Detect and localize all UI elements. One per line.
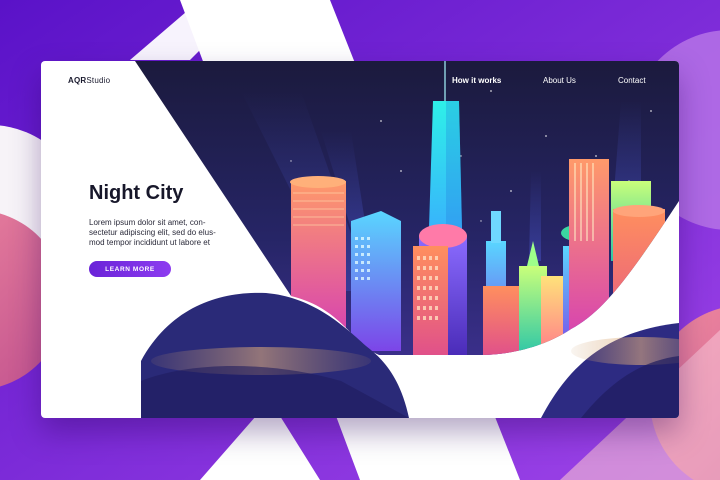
landing-page-card: AQRStudio How it works About Us Contact …: [41, 61, 679, 418]
hero-description: Lorem ipsum dolor sit amet, con- sectetu…: [89, 218, 239, 248]
logo-wordmark-rest: Studio: [86, 76, 111, 85]
brand-logo[interactable]: AQRStudio: [68, 76, 110, 85]
hero-description-line: mod tempor incididunt ut labore et: [89, 238, 210, 247]
hero-description-line: sectetur adipiscing elit, sed do elus-: [89, 228, 216, 237]
learn-more-button[interactable]: LEARN MORE: [89, 261, 171, 277]
hero-title: Night City: [89, 182, 184, 204]
nav-about-us[interactable]: About Us: [543, 76, 576, 85]
hero-description-line: Lorem ipsum dolor sit amet, con-: [89, 218, 206, 227]
logo-wordmark-strong: AQR: [68, 76, 87, 85]
nav-contact[interactable]: Contact: [618, 76, 646, 85]
nav-how-it-works[interactable]: How it works: [452, 76, 501, 85]
